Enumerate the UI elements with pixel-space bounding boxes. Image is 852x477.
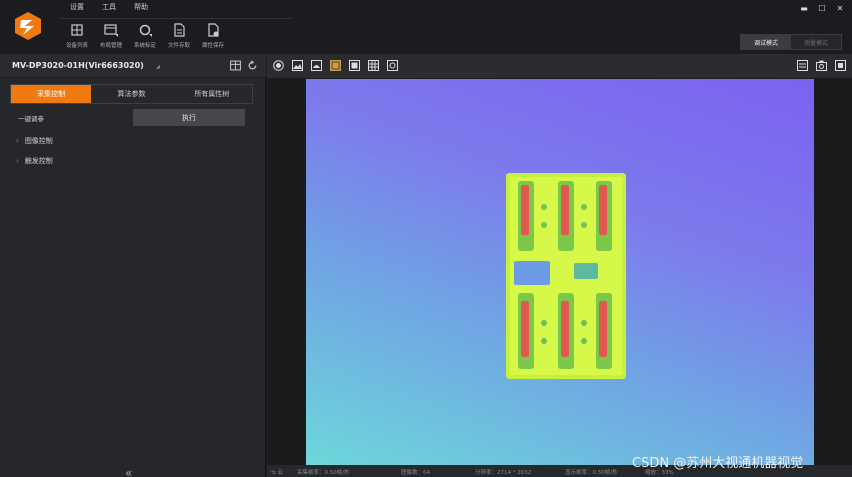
device-list-label: 设备列表	[65, 43, 88, 49]
status-rotate-icon[interactable]: ⇆ 云	[271, 468, 283, 476]
menu-help[interactable]: 帮助	[134, 2, 148, 12]
close-icon[interactable]: ✕	[836, 4, 844, 13]
maximize-icon[interactable]: ☐	[818, 4, 826, 13]
file-icon	[174, 23, 185, 37]
menu-settings[interactable]: 设置	[70, 2, 84, 12]
view-tools-right	[797, 60, 846, 71]
tab-all-properties[interactable]: 所有属性树	[172, 85, 252, 103]
status-acq-rate: 采集帧率：0.50帧/秒	[297, 470, 350, 476]
file-access-label: 文件存取	[167, 43, 190, 49]
property-panel: MV-DP3020-01H(Vir6663020) ◢ 采集控制 算法参数 所有…	[0, 54, 266, 477]
title-bar: 设置 工具 帮助 设备列表 布局管理 系统标定 文件存取 属性保存 ▬ ☐ ✕ …	[0, 0, 852, 54]
status-display-rate: 显示帧率：0.50帧/秒	[565, 470, 618, 476]
mode-switch: 调试模式 测量模式	[740, 34, 842, 50]
device-list-icon	[71, 24, 83, 36]
toolbar-divider	[60, 18, 292, 19]
window-controls: ▬ ☐ ✕	[800, 4, 844, 13]
device-name: MV-DP3020-01H(Vir6663020)	[12, 61, 144, 70]
window-view-icon[interactable]	[349, 60, 360, 71]
group-image-control[interactable]: › 图像控制	[16, 136, 53, 146]
chevron-right-icon: ›	[16, 137, 19, 145]
group-trigger-control[interactable]: › 触发控制	[16, 156, 53, 166]
chevron-right-icon: ›	[16, 157, 19, 165]
grid-overlay-icon[interactable]	[368, 60, 379, 71]
refresh-icon[interactable]	[247, 60, 258, 71]
watermark: CSDN @苏州大视通机器视觉	[632, 456, 804, 471]
camera-icon[interactable]	[816, 60, 827, 71]
file-access-button[interactable]: 文件存取	[162, 20, 196, 52]
menu-bar: 设置 工具 帮助	[70, 2, 148, 12]
collapse-panel-icon[interactable]: «	[125, 466, 132, 477]
status-image-count: 图像数：64	[401, 470, 430, 476]
record-icon[interactable]	[273, 60, 284, 71]
layout-icon	[104, 24, 118, 37]
fit-screen-icon[interactable]	[835, 60, 846, 71]
device-dropdown-icon[interactable]: ◢	[156, 64, 160, 70]
panel-tabs: 采集控制 算法参数 所有属性树	[10, 84, 253, 104]
save-props-icon	[208, 23, 219, 37]
tab-algorithm-params[interactable]: 算法参数	[91, 85, 171, 103]
settings-icon[interactable]	[387, 60, 398, 71]
device-actions	[230, 60, 258, 71]
calibration-button[interactable]: 系统标定	[128, 20, 162, 52]
group-label: 触发控制	[24, 157, 53, 165]
view-tools-left	[273, 60, 398, 71]
depth-image	[306, 79, 814, 465]
menu-tools[interactable]: 工具	[102, 2, 116, 12]
view-toolbar	[267, 54, 852, 78]
status-resolution: 分辨率：2714 * 2032	[475, 470, 532, 476]
app-logo-icon	[15, 12, 41, 40]
part-tray-image	[506, 173, 626, 379]
minimize-icon[interactable]: ▬	[800, 4, 808, 13]
device-header: MV-DP3020-01H(Vir6663020) ◢	[0, 54, 266, 78]
list-icon[interactable]	[797, 60, 808, 71]
grid-view-icon[interactable]	[230, 60, 241, 71]
save-props-button[interactable]: 属性保存	[196, 20, 230, 52]
layout-label: 布局管理	[99, 43, 122, 49]
app-window: 设置 工具 帮助 设备列表 布局管理 系统标定 文件存取 属性保存 ▬ ☐ ✕ …	[0, 0, 852, 477]
measure-mode-button[interactable]: 测量模式	[791, 35, 841, 49]
group-label: 图像控制	[24, 137, 53, 145]
execute-button[interactable]: 执行	[133, 109, 245, 126]
calibration-icon	[139, 24, 152, 37]
tab-acquisition-control[interactable]: 采集控制	[11, 85, 92, 103]
depth-map-icon[interactable]	[330, 60, 341, 71]
calibration-label: 系统标定	[133, 43, 156, 49]
image-3d-icon[interactable]	[311, 60, 322, 71]
one-click-tune-label: 一键调参	[18, 115, 44, 123]
save-props-label: 属性保存	[201, 43, 224, 49]
device-list-button[interactable]: 设备列表	[60, 20, 94, 52]
layout-button[interactable]: 布局管理	[94, 20, 128, 52]
debug-mode-button[interactable]: 调试模式	[741, 35, 791, 49]
main-toolbar: 设备列表 布局管理 系统标定 文件存取 属性保存	[60, 20, 230, 52]
image-icon[interactable]	[292, 60, 303, 71]
